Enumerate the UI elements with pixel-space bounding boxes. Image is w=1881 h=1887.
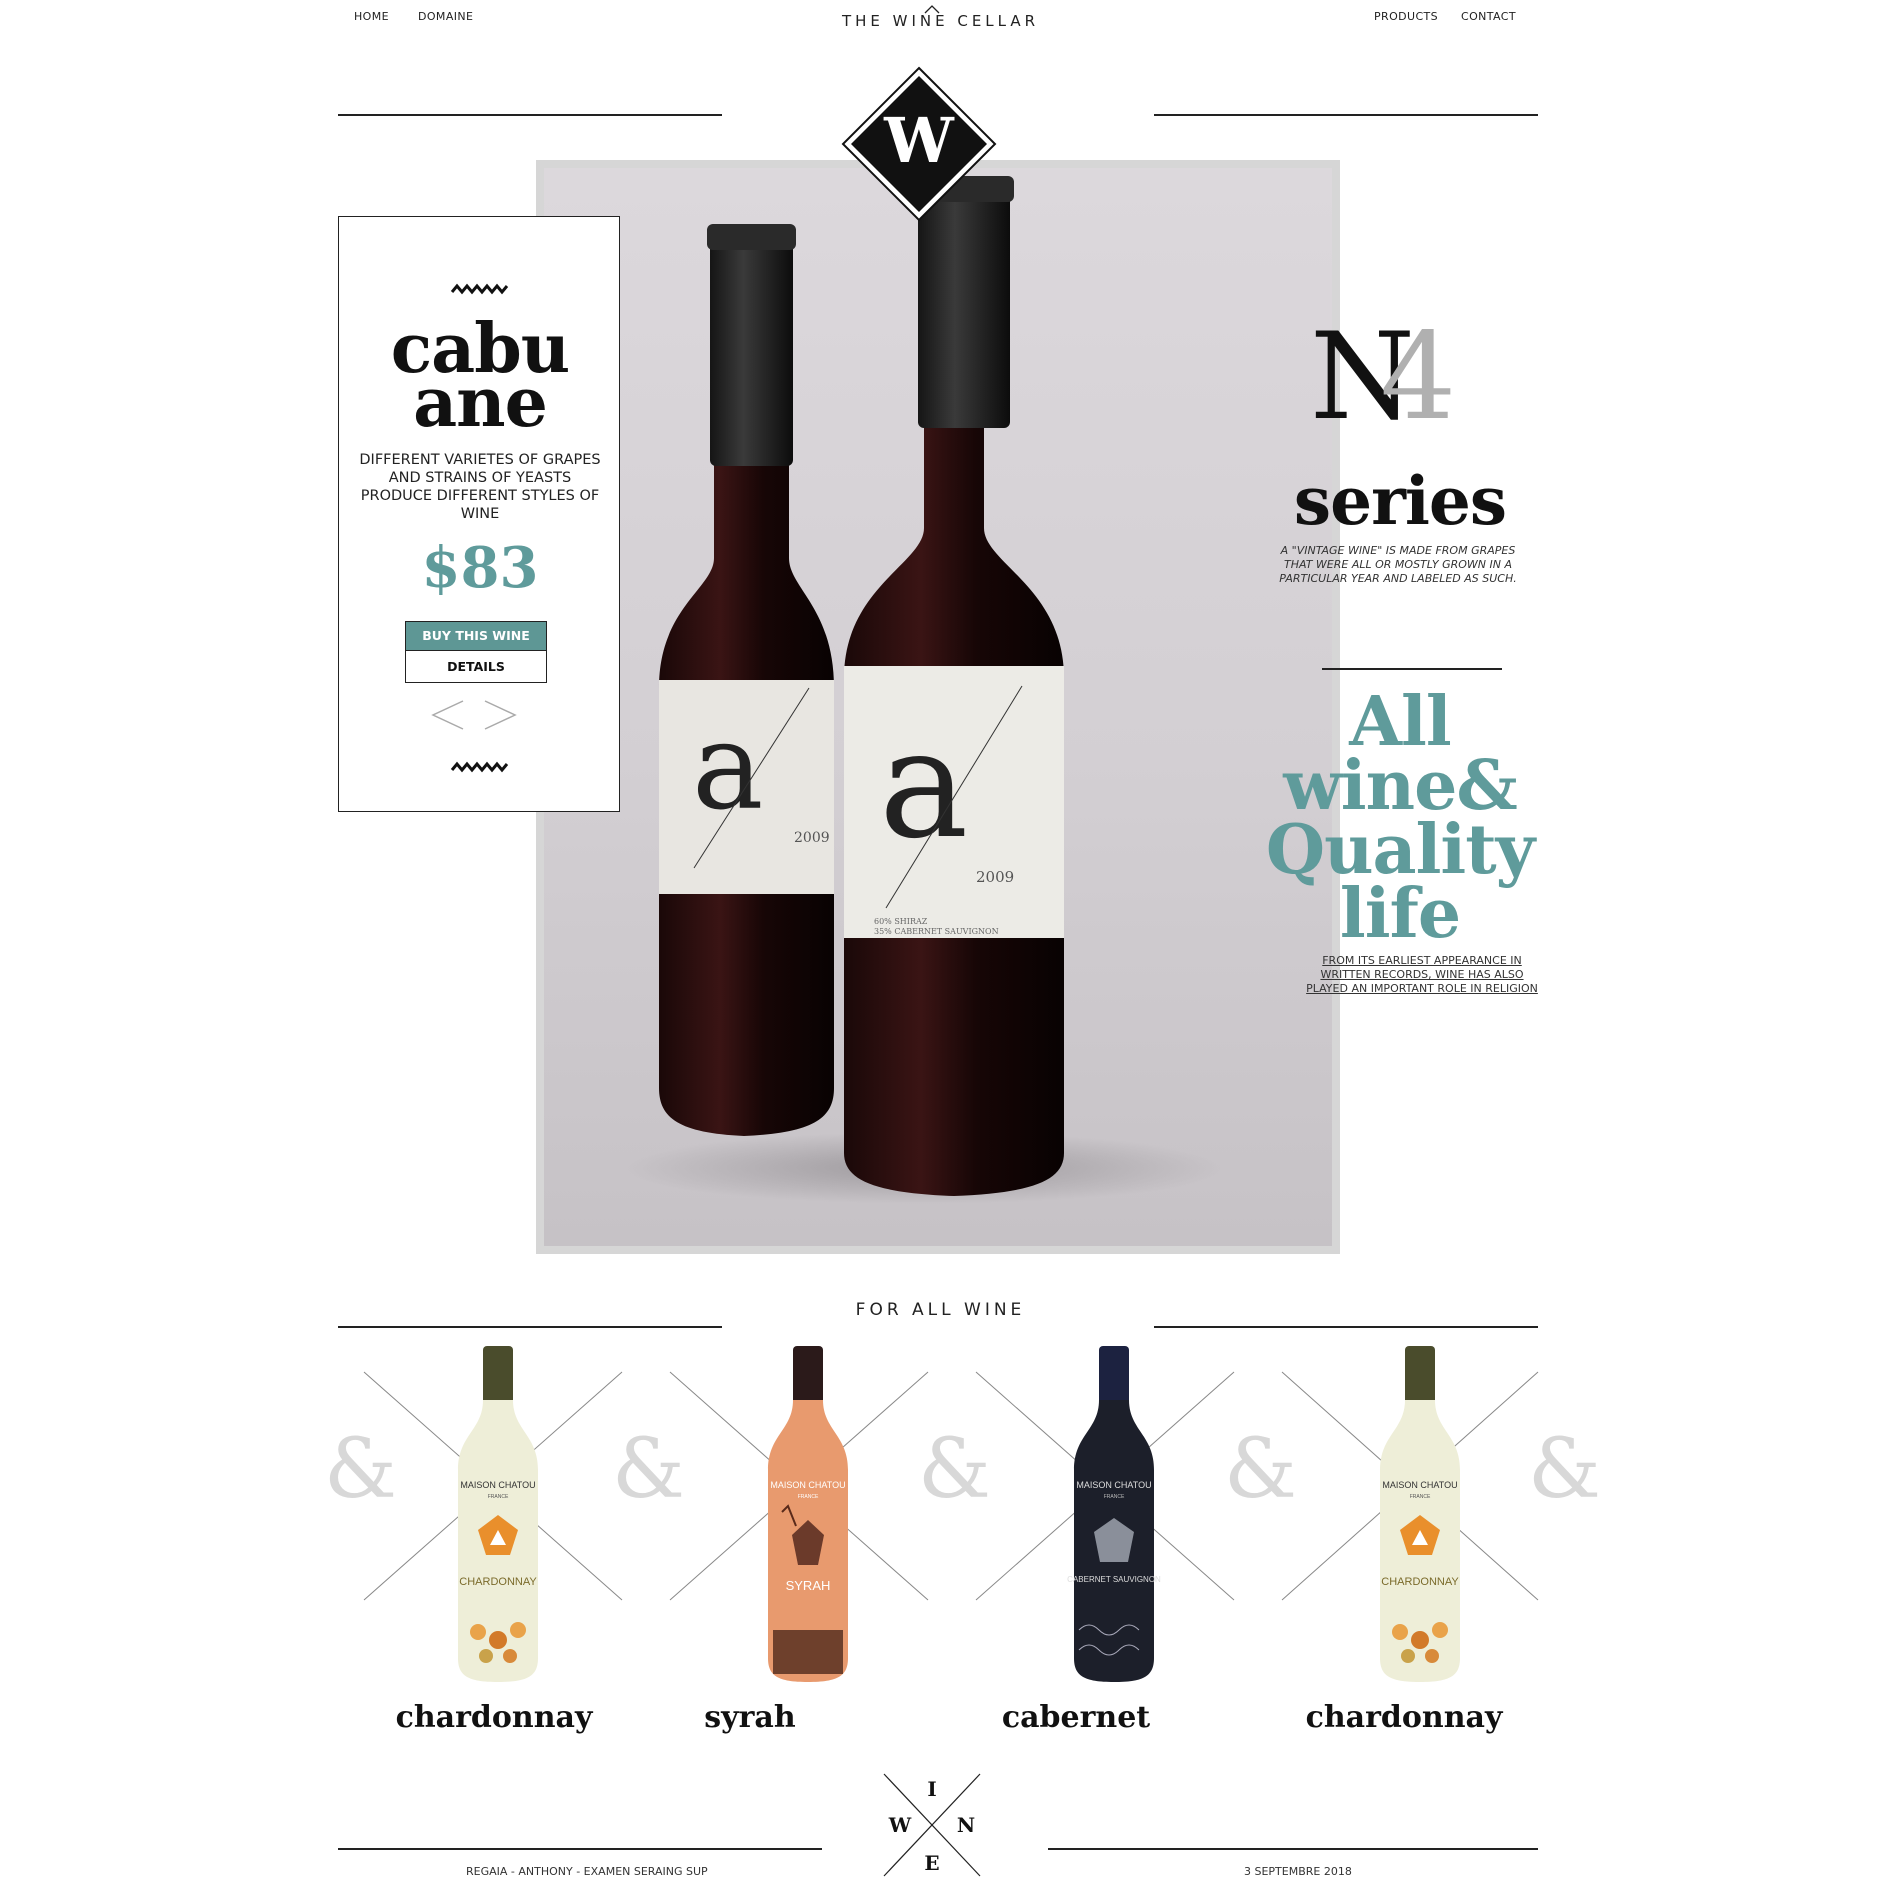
section-divider-right [1154, 1326, 1538, 1328]
nav-contact[interactable]: CONTACT [1461, 10, 1516, 23]
quality-line-3: Quality [1265, 810, 1535, 890]
compass-logo: I W N E [883, 1773, 981, 1877]
section-title: FOR ALL WINE [855, 1300, 1026, 1320]
logo-diamond[interactable]: W [839, 64, 999, 224]
n4-mark: N 4 [1310, 320, 1456, 430]
quality-heading: All wine& Quality life [1250, 682, 1550, 954]
zigzag-top-icon [450, 283, 509, 295]
series-heading: series [1293, 462, 1507, 540]
vintage-text: A "VINTAGE WINE" IS MADE FROM GRAPES THA… [1279, 544, 1517, 585]
header-divider-right [1154, 114, 1538, 116]
bottle-1-image: MAISON CHATOU FRANCE CHARDONNAY [458, 1346, 538, 1682]
quality-line-4: life [1339, 874, 1461, 954]
price: $83 [421, 535, 539, 601]
next-arrow-icon[interactable] [484, 700, 517, 730]
section-divider-left [338, 1326, 722, 1328]
wine-bottles-image: a 2009 a 2009 60% SHIRAZ 35% CABERNET SA… [624, 176, 1224, 1204]
bottle-2-image: MAISON CHATOU FRANCE SYRAH [768, 1346, 848, 1682]
bottle-2-brand-sub: FRANCE [798, 1494, 819, 1500]
front-bottle: a 2009 60% SHIRAZ 35% CABERNET SAUVIGNON [844, 176, 1064, 1196]
nav-products[interactable]: PRODUCTS [1374, 10, 1438, 23]
product-card: cabu ane DIFFERENT VARIETES OF GRAPES AN… [338, 216, 620, 812]
front-label-year: 2009 [976, 868, 1014, 886]
right-divider [1322, 668, 1502, 670]
n4-number: 4 [1380, 320, 1456, 430]
product-name-4[interactable]: chardonnay [1274, 1700, 1534, 1735]
product-bottle-1[interactable]: MAISON CHATOU FRANCE CHARDONNAY [368, 1340, 628, 1740]
quality-line-2: wine& [1283, 746, 1517, 826]
back-bottle: a 2009 [659, 224, 834, 1136]
front-label-blend-1: 60% SHIRAZ [874, 917, 928, 926]
product-name-3[interactable]: cabernet [946, 1700, 1206, 1735]
back-label-letter: a [692, 698, 764, 837]
bottle-3-brand: MAISON CHATOU [1076, 1480, 1151, 1490]
product-bottle-4[interactable]: MAISON CHATOU FRANCE CHARDONNAY [1290, 1340, 1550, 1740]
footer-divider-right [1048, 1848, 1538, 1850]
header-divider-left [338, 114, 722, 116]
footer-credit: REGAIA - ANTHONY - EXAMEN SERAING SUP [466, 1865, 708, 1878]
bottle-4-brand-sub: FRANCE [1410, 1494, 1431, 1500]
product-bottle-3[interactable]: MAISON CHATOU FRANCE CABERNET SAUVIGNON [984, 1340, 1244, 1740]
bottle-3-image: MAISON CHATOU FRANCE CABERNET SAUVIGNON [1067, 1346, 1161, 1682]
compass-i: I [927, 1777, 936, 1801]
site-title[interactable]: THE WINE CELLAR [800, 12, 1081, 30]
compass-w: W [888, 1813, 912, 1837]
bottle-4-label: CHARDONNAY [1381, 1576, 1459, 1588]
product-bottle-2[interactable]: MAISON CHATOU FRANCE SYRAH [678, 1340, 938, 1740]
details-button[interactable]: DETAILS [405, 651, 547, 683]
religion-link[interactable]: FROM ITS EARLIEST APPEARANCE IN WRITTEN … [1302, 954, 1542, 996]
product-name-2[interactable]: syrah [620, 1700, 880, 1735]
compass-e: E [924, 1851, 939, 1875]
bottle-4-brand: MAISON CHATOU [1382, 1480, 1457, 1490]
bottle-3-label: CABERNET SAUVIGNON [1067, 1575, 1161, 1584]
prev-arrow-icon[interactable] [431, 700, 464, 730]
card-title-line2: ane [413, 363, 548, 443]
bottle-3-brand-sub: FRANCE [1104, 1494, 1125, 1500]
caret-icon [924, 5, 940, 14]
nav-home[interactable]: HOME [354, 10, 389, 23]
bottle-4-image: MAISON CHATOU FRANCE CHARDONNAY [1380, 1346, 1460, 1682]
back-label-year: 2009 [794, 830, 830, 846]
quality-line-1: All [1349, 682, 1451, 762]
bottle-1-brand-sub: FRANCE [488, 1494, 509, 1500]
bottle-1-brand: MAISON CHATOU [460, 1480, 535, 1490]
nav-domaine[interactable]: DOMAINE [418, 10, 473, 23]
bottle-1-label: CHARDONNAY [459, 1576, 537, 1588]
footer-date: 3 SEPTEMBRE 2018 [1244, 1865, 1352, 1878]
compass-n: N [957, 1813, 975, 1837]
bottle-2-label: SYRAH [786, 1578, 831, 1593]
product-name-1[interactable]: chardonnay [364, 1700, 624, 1735]
card-description: DIFFERENT VARIETES OF GRAPES AND STRAINS… [359, 452, 601, 522]
zigzag-bottom-icon [450, 761, 509, 773]
buy-button[interactable]: BUY THIS WINE [405, 621, 547, 651]
bottle-2-brand: MAISON CHATOU [770, 1480, 845, 1490]
carousel-arrows [431, 700, 517, 730]
hero-photo: a 2009 a 2009 60% SHIRAZ 35% CABERNET SA… [544, 168, 1332, 1246]
front-label-blend-2: 35% CABERNET SAUVIGNON [874, 927, 999, 936]
logo-letter: W [883, 104, 955, 177]
footer-divider-left [338, 1848, 822, 1850]
